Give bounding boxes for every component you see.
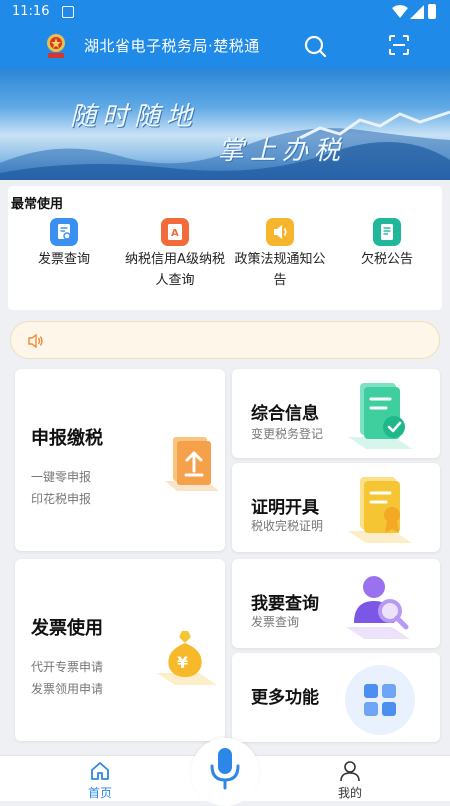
card-declare-tax[interactable]: 申报缴税 一键零申报 印花税申报 (15, 369, 225, 551)
nav-mine[interactable]: 我的 (290, 756, 410, 801)
upload-folder-icon (165, 437, 219, 491)
card-sub: 税收完税证明 (251, 519, 324, 533)
card-sub-line: 代开专票申请 (31, 660, 104, 674)
money-bag-icon: ¥ (157, 631, 217, 685)
search-icon[interactable] (302, 33, 328, 59)
card-sub-line: 发票领用申请 (31, 682, 104, 696)
card-sub-line: 印花税申报 (31, 492, 92, 506)
promo-banner[interactable]: 随时随地 掌上办税 (0, 68, 450, 180)
microphone-icon (210, 748, 240, 790)
battery-icon (428, 4, 436, 19)
tax-emblem-icon (47, 34, 65, 58)
user-search-icon (346, 576, 410, 639)
card-query[interactable]: 我要查询 发票查询 (232, 559, 440, 648)
notification-icon (62, 6, 74, 18)
card-sub: 发票查询 (251, 615, 300, 629)
quick-item-label: 欠税公告 (360, 252, 413, 267)
grid-apps-icon (364, 684, 396, 716)
tax-notice-icon (373, 218, 401, 246)
banner-slogan-1: 随时随地 (70, 102, 199, 132)
speaker-icon (266, 218, 294, 246)
home-icon (91, 762, 109, 780)
app-bar: 湖北省电子税务局·楚税通 (0, 24, 450, 68)
more-icon-circle (345, 665, 415, 735)
quick-item-label: 纳税信用A级纳税人查询 (125, 252, 225, 288)
card-invoice-use[interactable]: 发票使用 代开专票申请 发票领用申请 ¥ (15, 559, 225, 741)
quick-item-credit-query[interactable]: A 纳税信用A级纳税人查询 (121, 218, 229, 291)
card-sub: 变更税务登记 (251, 427, 324, 441)
nav-mine-label: 我的 (337, 786, 362, 800)
quick-item-label: 发票查询 (37, 252, 90, 267)
notice-bar[interactable] (10, 321, 440, 359)
status-bar: 11:16 (0, 0, 450, 24)
svg-text:¥: ¥ (177, 653, 188, 672)
checked-document-icon (348, 383, 412, 449)
signal-icon (410, 5, 424, 19)
card-title: 证明开具 (251, 498, 319, 518)
user-icon (340, 761, 360, 782)
card-certificate[interactable]: 证明开具 税收完税证明 (232, 463, 440, 552)
nav-home-label: 首页 (87, 786, 112, 800)
svg-text:A: A (171, 228, 179, 239)
nav-home[interactable]: 首页 (40, 756, 160, 801)
card-title: 综合信息 (251, 404, 319, 424)
section-title: 最常使用 (11, 197, 64, 212)
quick-item-tax-arrears[interactable]: 欠税公告 (333, 218, 441, 270)
scan-icon[interactable] (387, 33, 411, 57)
banner-slogan-2: 掌上办税 (218, 136, 347, 166)
voice-assistant-button[interactable] (191, 738, 259, 806)
card-title: 申报缴税 (31, 428, 103, 449)
quick-item-policy-notice[interactable]: 政策法规通知公告 (226, 218, 334, 291)
credit-rating-icon: A (161, 218, 189, 246)
status-time: 11:16 (12, 4, 50, 19)
volume-icon (28, 333, 43, 349)
frequent-section: 最常使用 发票查询 A 纳税信用A级纳税人查询 政策法规通知公告 欠税公告 (8, 186, 442, 310)
card-title: 更多功能 (251, 688, 319, 708)
card-sub-line: 一键零申报 (31, 470, 92, 484)
card-title: 发票使用 (31, 618, 103, 639)
wifi-icon (392, 5, 408, 18)
card-title: 我要查询 (251, 594, 319, 614)
card-more-features[interactable]: 更多功能 (232, 653, 440, 742)
card-general-info[interactable]: 综合信息 变更税务登记 (232, 369, 440, 458)
certificate-icon (348, 477, 412, 543)
invoice-search-icon (50, 218, 78, 246)
quick-item-label: 政策法规通知公告 (234, 252, 326, 288)
app-title: 湖北省电子税务局·楚税通 (84, 37, 260, 55)
quick-item-invoice-search[interactable]: 发票查询 (10, 218, 118, 270)
